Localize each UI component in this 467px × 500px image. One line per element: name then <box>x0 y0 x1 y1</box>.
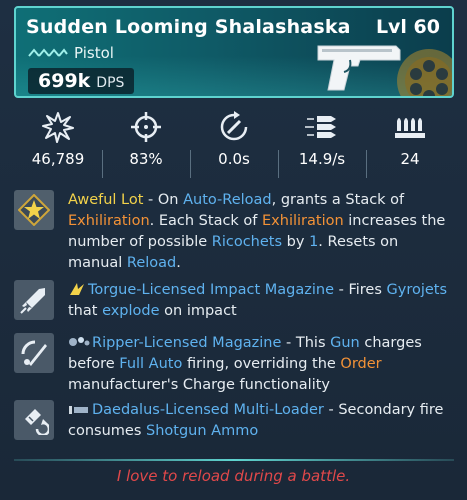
stat-accuracy-value: 83% <box>129 150 163 168</box>
stat-damage-value: 46,789 <box>31 150 85 168</box>
stat-fire-rate: 14.9/s <box>278 110 366 182</box>
stat-magazine: 24 <box>366 110 454 182</box>
damage-burst-icon <box>42 112 74 143</box>
stat-accuracy: 83% <box>102 110 190 182</box>
perk-multi-loader: Daedalus-Licensed Multi-Loader - Seconda… <box>14 400 454 442</box>
item-name: Sudden Looming Shalashaska <box>26 16 351 38</box>
perk-text: Daedalus-Licensed Multi-Loader - Seconda… <box>68 402 444 439</box>
rarity-chevrons-icon <box>28 48 68 57</box>
ripper-flare-icon <box>69 337 90 346</box>
perk-text: Torgue-Licensed Impact Magazine - Fires … <box>68 282 448 319</box>
stat-damage: 46,789 <box>14 110 102 182</box>
fire-rate-bullets-icon <box>305 116 336 138</box>
star-badge-icon <box>18 194 50 226</box>
item-level: Lvl 60 <box>375 16 440 38</box>
perk-text: Ripper-Licensed Magazine - This Gun char… <box>68 335 422 393</box>
perk-impact-magazine: Torgue-Licensed Impact Magazine - Fires … <box>14 280 454 322</box>
perk-aweful-lot: Aweful Lot - On Auto-Reload, grants a St… <box>14 190 454 274</box>
dps-badge: 699k DPS <box>28 68 135 94</box>
stat-reload-value: 0.0s <box>218 150 250 168</box>
daedalus-flare-icon <box>69 406 88 414</box>
torgue-flare-icon <box>70 283 84 295</box>
manufacturer-gear-icon <box>397 49 452 96</box>
stat-reload: 0.0s <box>190 110 278 182</box>
flavor-text: I love to reload during a battle. <box>116 467 351 485</box>
stat-magazine-value: 24 <box>400 150 420 168</box>
dps-label: DPS <box>96 75 125 91</box>
divider <box>14 459 454 461</box>
pistol-icon <box>317 45 401 91</box>
accuracy-crosshair-icon <box>131 112 161 142</box>
perk-text: Aweful Lot - On Auto-Reload, grants a St… <box>68 192 446 271</box>
item-type-row: Pistol <box>28 44 114 62</box>
multi-loader-icon <box>25 409 49 435</box>
stat-fire-rate-value: 14.9/s <box>298 150 346 168</box>
magazine-ammo-icon <box>395 118 425 138</box>
perk-ripper-magazine: Ripper-Licensed Magazine - This Gun char… <box>14 333 454 396</box>
item-header: Sudden Looming Shalashaska Lvl 60 Pistol… <box>14 6 454 98</box>
ripper-magazine-icon <box>21 340 47 366</box>
reload-time-icon <box>220 111 248 141</box>
stats-row: 46,789 83% 0.0s 14.9/s 24 <box>14 110 454 182</box>
item-type: Pistol <box>74 44 114 62</box>
item-card: Sudden Looming Shalashaska Lvl 60 Pistol… <box>0 0 467 500</box>
rocket-magazine-icon <box>20 288 45 314</box>
dps-value: 699k <box>38 70 91 92</box>
